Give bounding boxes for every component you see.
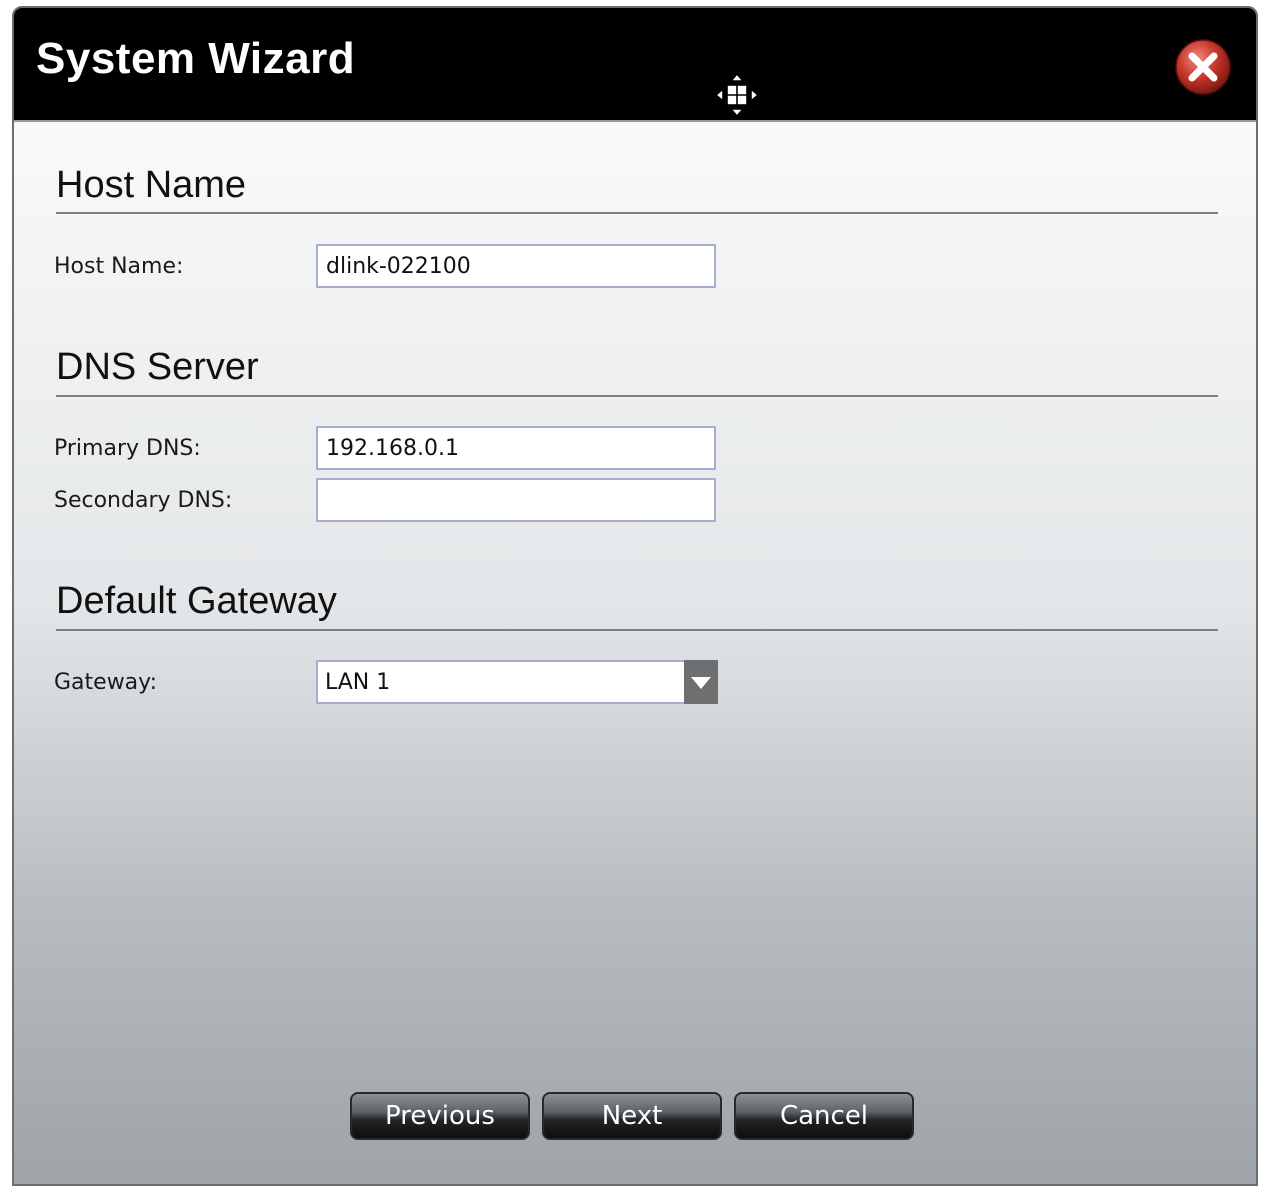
secondary-dns-input[interactable] bbox=[316, 478, 716, 522]
dropdown-arrow-button[interactable] bbox=[684, 660, 718, 704]
default-gateway-divider bbox=[56, 629, 1218, 631]
secondary-dns-label: Secondary DNS: bbox=[54, 488, 233, 513]
previous-button[interactable]: Previous bbox=[350, 1092, 530, 1140]
dns-server-section-title: DNS Server bbox=[56, 346, 259, 388]
default-gateway-section-title: Default Gateway bbox=[56, 580, 337, 622]
chevron-down-icon bbox=[691, 677, 711, 689]
gateway-select-value: LAN 1 bbox=[325, 670, 391, 695]
host-name-divider bbox=[56, 212, 1218, 214]
title-bar[interactable]: System Wizard bbox=[14, 8, 1256, 122]
host-name-label: Host Name: bbox=[54, 254, 184, 279]
cancel-button[interactable]: Cancel bbox=[734, 1092, 914, 1140]
gateway-label: Gateway: bbox=[54, 670, 157, 695]
next-button[interactable]: Next bbox=[542, 1092, 722, 1140]
move-cursor-icon bbox=[714, 72, 760, 118]
system-wizard-dialog: System Wizard Host Name Host Name: dlink… bbox=[12, 6, 1258, 1186]
primary-dns-label: Primary DNS: bbox=[54, 436, 201, 461]
host-name-section-title: Host Name bbox=[56, 164, 247, 206]
gateway-select[interactable]: LAN 1 bbox=[316, 660, 718, 704]
close-icon[interactable] bbox=[1174, 38, 1232, 96]
dns-server-divider bbox=[56, 395, 1218, 397]
primary-dns-input[interactable] bbox=[316, 426, 716, 470]
host-name-input[interactable] bbox=[316, 244, 716, 288]
dialog-title: System Wizard bbox=[36, 34, 356, 83]
